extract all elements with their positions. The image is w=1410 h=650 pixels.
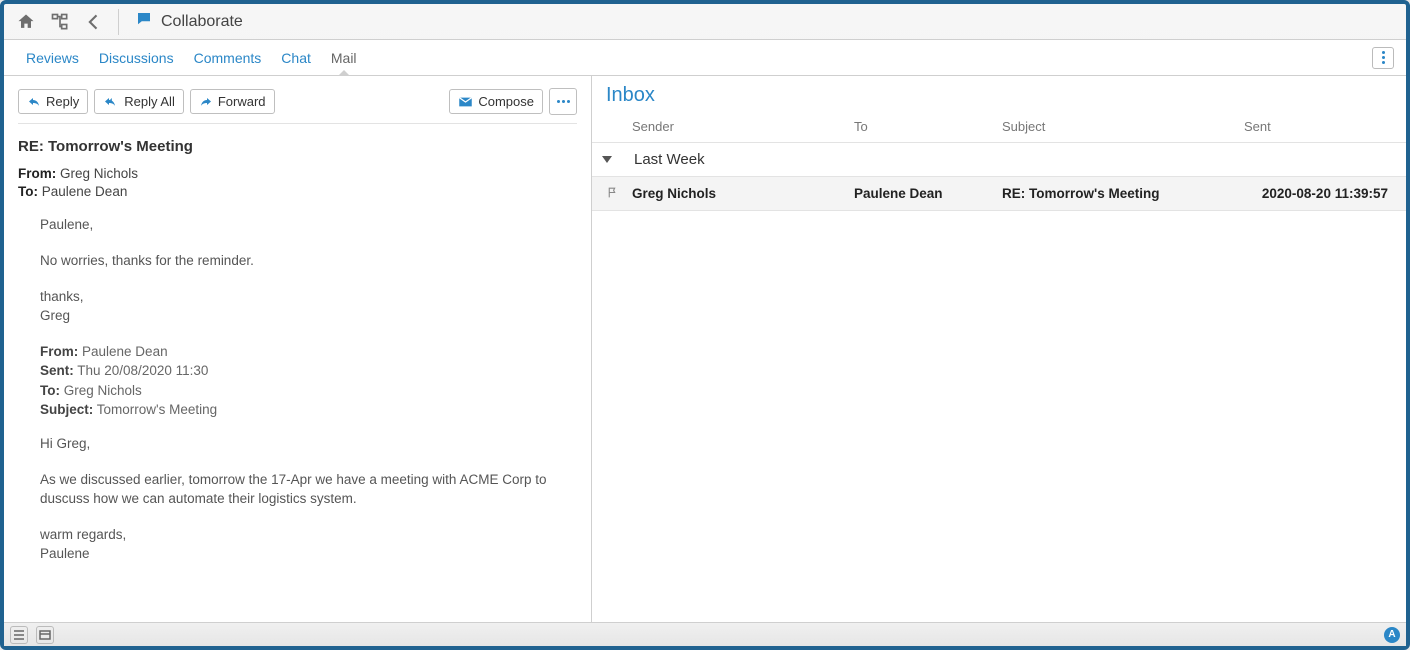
column-sent[interactable]: Sent [1244,119,1406,134]
tab-reviews[interactable]: Reviews [16,40,89,75]
app-title: Collaborate [135,10,243,33]
message-body: Paulene, No worries, thanks for the remi… [18,215,577,563]
inbox-columns-header: Sender To Subject Sent [592,111,1406,143]
forward-icon [199,96,213,108]
home-icon[interactable] [12,8,40,36]
top-toolbar: Collaborate [4,4,1406,40]
message-meta: From: Greg Nichols To: Paulene Dean [18,165,577,201]
message-more-button[interactable] [549,88,577,115]
group-row[interactable]: Last Week [592,143,1406,177]
accessibility-icon[interactable]: A [1384,627,1400,643]
tab-mail[interactable]: Mail [321,40,367,75]
envelope-icon [458,96,473,108]
reply-button[interactable]: Reply [18,89,88,114]
back-icon[interactable] [80,8,108,36]
inbox-title: Inbox [592,76,1406,111]
tabs-overflow-button[interactable] [1372,47,1394,69]
row-sent: 2020-08-20 11:39:57 [1244,186,1406,201]
content-area: Reply Reply All Forward [4,76,1406,622]
message-pane: Reply Reply All Forward [4,76,592,622]
flag-icon [606,186,619,202]
tab-strip: Reviews Discussions Comments Chat Mail [4,40,1406,76]
speech-bubble-icon [135,10,153,33]
message-row[interactable]: Greg Nichols Paulene Dean RE: Tomorrow's… [592,177,1406,211]
inbox-pane: Inbox Sender To Subject Sent Last Week G… [592,76,1406,622]
tab-comments[interactable]: Comments [184,40,272,75]
row-sender: Greg Nichols [632,186,854,201]
app-window: Collaborate Reviews Discussions Comments… [0,0,1410,650]
tab-discussions[interactable]: Discussions [89,40,184,75]
row-to: Paulene Dean [854,186,1002,201]
list-view-icon[interactable] [10,626,28,644]
message-subject: RE: Tomorrow's Meeting [18,138,577,155]
status-bar: A [4,622,1406,646]
tab-chat[interactable]: Chat [271,40,321,75]
reply-all-icon [103,96,119,108]
sitemap-icon[interactable] [46,8,74,36]
column-to[interactable]: To [854,119,1002,134]
collapse-triangle-icon [602,156,612,163]
column-sender[interactable]: Sender [632,119,854,134]
forward-button[interactable]: Forward [190,89,275,114]
row-subject: RE: Tomorrow's Meeting [1002,186,1244,201]
reply-all-button[interactable]: Reply All [94,89,184,114]
group-label: Last Week [634,151,705,168]
quoted-header: From: Paulene Dean Sent: Thu 20/08/2020 … [40,342,577,420]
reading-view-icon[interactable] [36,626,54,644]
message-toolbar: Reply Reply All Forward [18,84,577,124]
app-title-text: Collaborate [161,13,243,31]
reply-icon [27,96,41,108]
toolbar-divider [118,9,119,35]
compose-button[interactable]: Compose [449,89,543,114]
column-subject[interactable]: Subject [1002,119,1244,134]
